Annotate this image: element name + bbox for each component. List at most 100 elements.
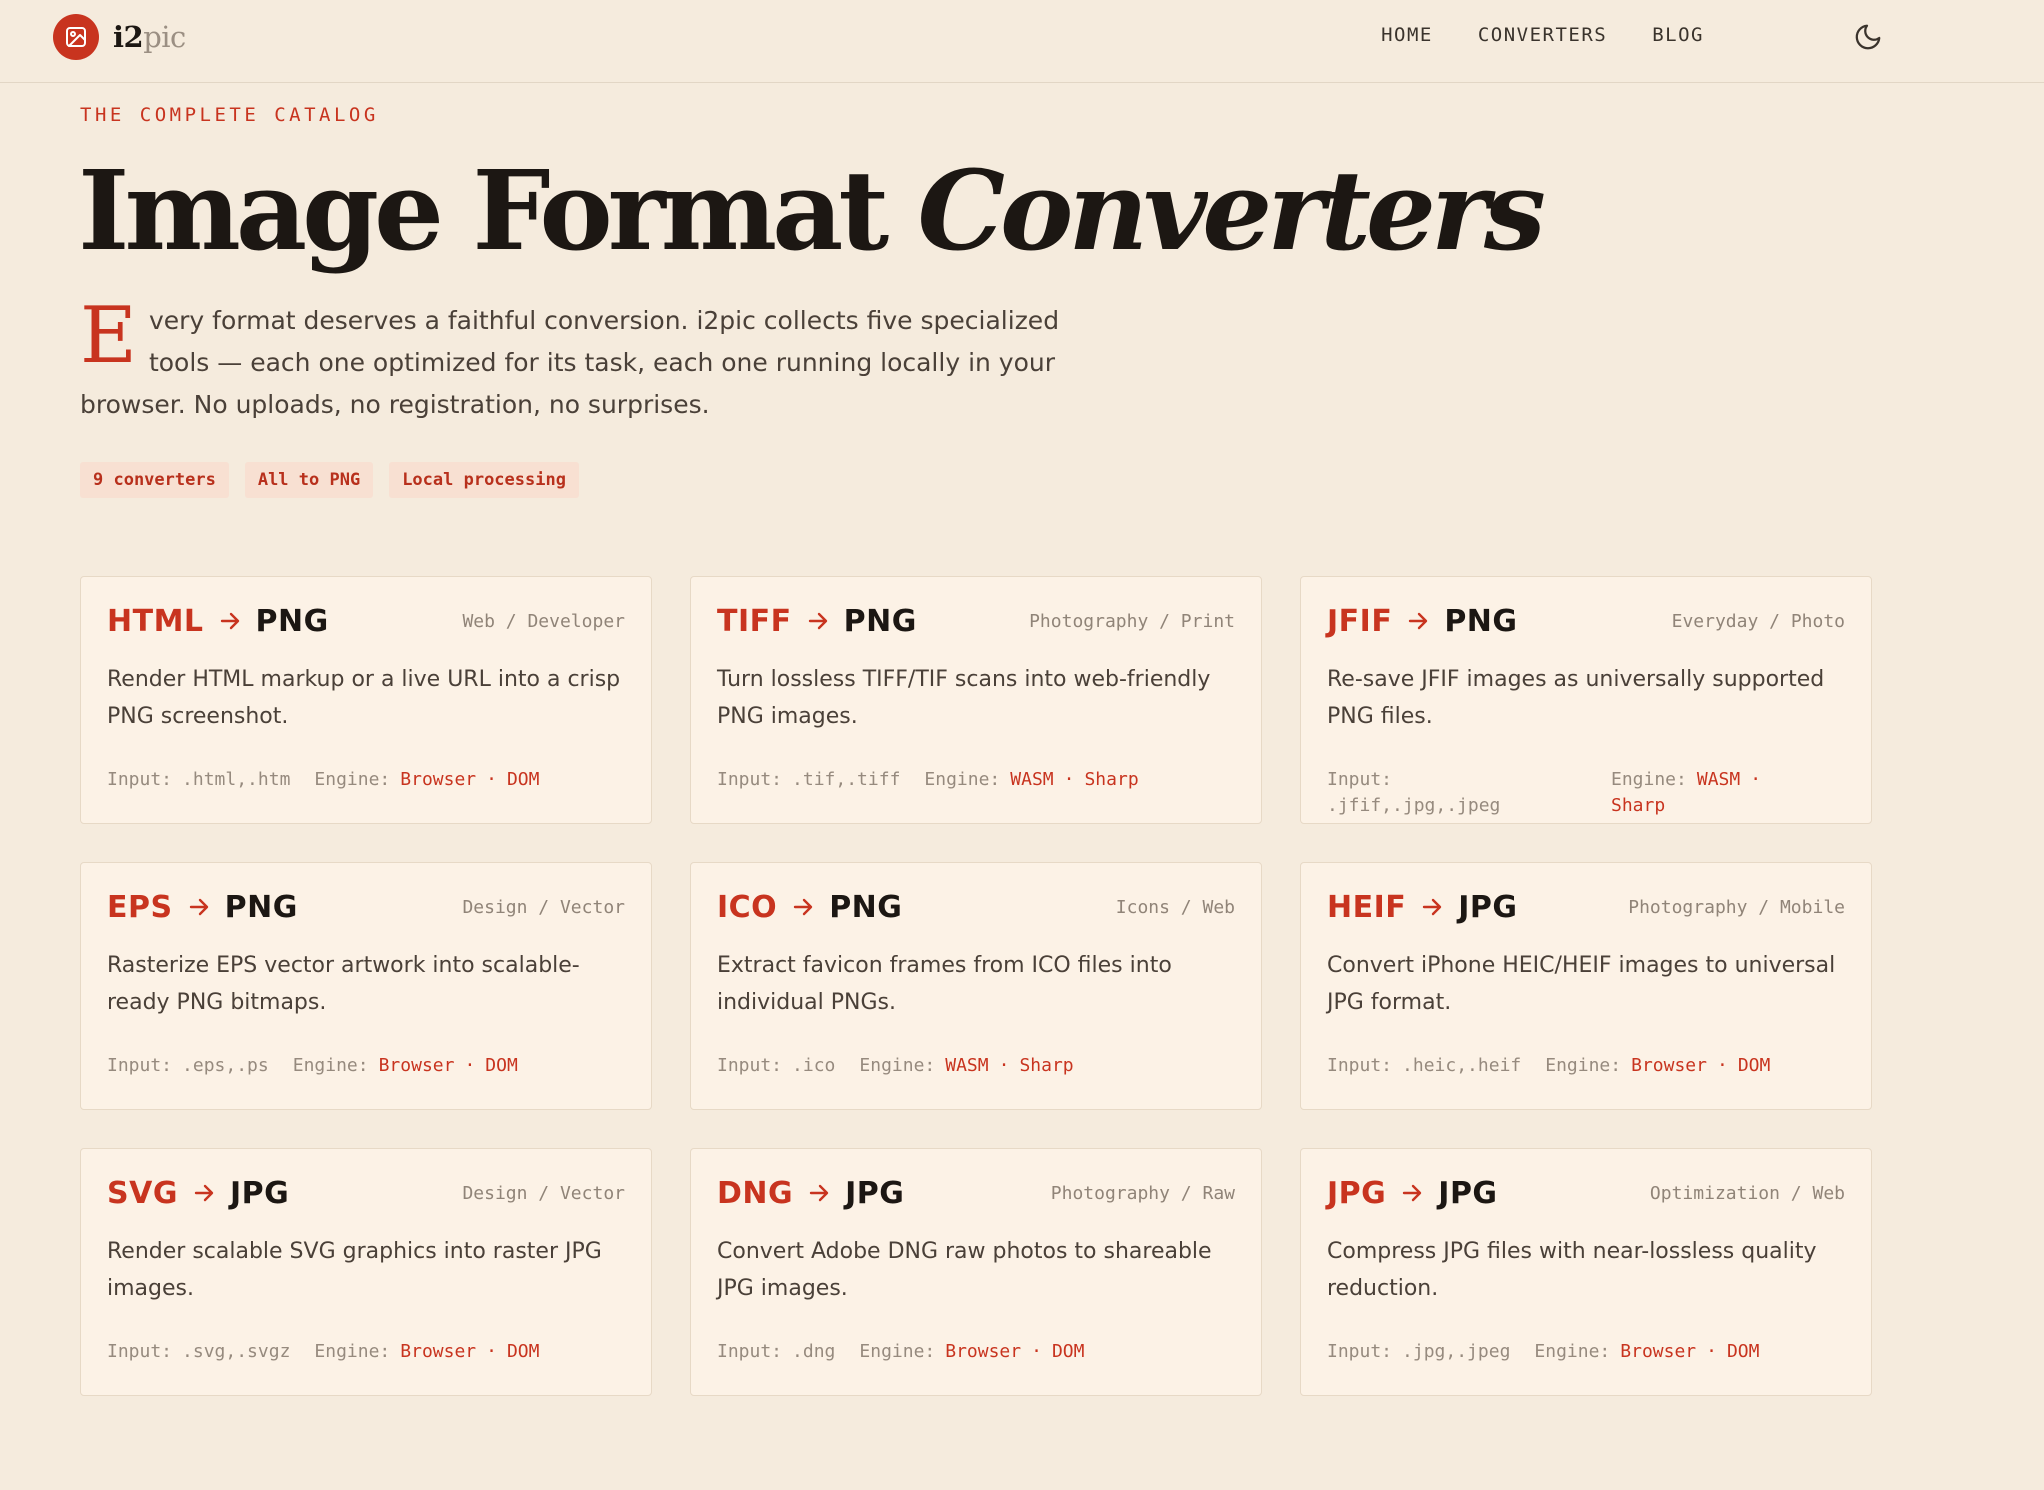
engine-info: Engine: Browser · DOM — [1545, 1053, 1770, 1079]
intro-paragraph: Every format deserves a faithful convers… — [80, 297, 1120, 426]
tag-local-processing: Local processing — [389, 462, 579, 498]
source-format: JFIF — [1327, 603, 1393, 639]
brand-logo[interactable]: i2pic — [53, 14, 186, 60]
engine-secondary: DOM — [506, 1341, 540, 1362]
target-format: JPG — [845, 1175, 905, 1211]
nav-blog-link[interactable]: BLOG — [1652, 24, 1704, 46]
card-meta: Input: .heic,.heif Engine: Browser · DOM — [1327, 1053, 1851, 1079]
card-meta: Input: .ico Engine: WASM · Sharp — [717, 1053, 1241, 1079]
card-category: Web / Developer — [462, 610, 625, 632]
card-category: Photography / Print — [1029, 610, 1235, 632]
source-format: TIFF — [717, 603, 792, 639]
brand-name: i2pic — [113, 20, 186, 54]
converter-card[interactable]: HEIF JPG Photography / Mobile Convert iP… — [1300, 862, 1872, 1110]
engine-separator: · — [998, 1055, 1010, 1076]
engine-info: Engine: WASM · Sharp — [859, 1053, 1073, 1079]
converter-card[interactable]: SVG JPG Design / Vector Render scalable … — [80, 1148, 652, 1396]
tag-list: 9 converters All to PNG Local processing — [80, 462, 579, 498]
source-format: ICO — [717, 889, 778, 925]
engine-label: Engine: — [292, 1055, 369, 1076]
engine-info: Engine: Browser · DOM — [314, 767, 539, 793]
target-format: JPG — [1458, 889, 1518, 925]
engine-primary: Browser — [378, 1055, 455, 1076]
target-format: PNG — [843, 603, 917, 639]
source-format: HTML — [107, 603, 204, 639]
tag-all-to-png: All to PNG — [244, 462, 374, 498]
image-icon — [53, 14, 99, 60]
engine-label: Engine: — [314, 1341, 391, 1362]
engine-separator: · — [1750, 769, 1762, 790]
engine-info: Engine: Browser · DOM — [859, 1339, 1084, 1365]
input-extensions: .jpg,.jpeg — [1402, 1341, 1511, 1362]
converter-card[interactable]: ICO PNG Icons / Web Extract favicon fram… — [690, 862, 1262, 1110]
arrow-right-icon — [218, 609, 242, 633]
nav-links: HOME CONVERTERS BLOG — [1381, 24, 1704, 46]
card-description: Extract favicon frames from ICO files in… — [717, 953, 1172, 1015]
card-description: Compress JPG files with near-lossless qu… — [1327, 1239, 1817, 1301]
converter-card[interactable]: EPS PNG Design / Vector Rasterize EPS ve… — [80, 862, 652, 1110]
engine-info: Engine: Browser · DOM — [293, 1053, 518, 1079]
engine-separator: · — [1706, 1341, 1717, 1362]
card-category: Icons / Web — [1115, 896, 1235, 918]
converter-card[interactable]: JPG JPG Optimization / Web Compress JPG … — [1300, 1148, 1872, 1396]
engine-label: Engine: — [1545, 1055, 1622, 1076]
input-label: Input: — [717, 1341, 783, 1362]
card-meta: Input: .jfif,.jpg,.jpeg Engine: WASM · Sharp — [1327, 767, 1851, 819]
eyebrow: THE COMPLETE CATALOG — [80, 104, 379, 126]
card-description: Render scalable SVG graphics into raster… — [107, 1239, 602, 1301]
card-meta: Input: .svg,.svgz Engine: Browser · DOM — [107, 1339, 631, 1365]
engine-label: Engine: — [314, 769, 391, 790]
engine-secondary: DOM — [506, 769, 540, 790]
engine-secondary: DOM — [1737, 1055, 1771, 1076]
arrow-right-icon — [1400, 1181, 1424, 1205]
target-format: JPG — [1438, 1175, 1498, 1211]
input-info: Input: .ico — [717, 1053, 835, 1079]
input-extensions: .heic,.heif — [1402, 1055, 1522, 1076]
moon-icon[interactable] — [1853, 22, 1883, 52]
arrow-right-icon — [806, 609, 830, 633]
engine-primary: WASM — [1010, 769, 1054, 790]
converter-card[interactable]: HTML PNG Web / Developer Render HTML mar… — [80, 576, 652, 824]
engine-secondary: DOM — [485, 1055, 518, 1076]
engine-label: Engine: — [859, 1341, 936, 1362]
engine-secondary: Sharp — [1019, 1055, 1074, 1076]
source-format: DNG — [717, 1175, 794, 1211]
arrow-right-icon — [807, 1181, 831, 1205]
nav-converters-link[interactable]: CONVERTERS — [1478, 24, 1607, 46]
input-label: Input: — [1327, 769, 1393, 790]
engine-primary: Browser — [945, 1341, 1022, 1362]
engine-label: Engine: — [1534, 1341, 1611, 1362]
target-format: PNG — [829, 889, 903, 925]
arrow-right-icon — [791, 895, 815, 919]
card-category: Everyday / Photo — [1671, 610, 1845, 632]
card-category: Photography / Mobile — [1628, 896, 1845, 918]
arrow-right-icon — [1420, 895, 1444, 919]
input-extensions: .html,.htm — [182, 769, 291, 790]
engine-info: Engine: WASM · Sharp — [1611, 767, 1811, 819]
card-description: Rasterize EPS vector artwork into scalab… — [107, 953, 580, 1015]
converter-card[interactable]: DNG JPG Photography / Raw Convert Adobe … — [690, 1148, 1262, 1396]
top-nav: i2pic HOME CONVERTERS BLOG — [0, 0, 2044, 83]
source-format: EPS — [107, 889, 173, 925]
converter-card[interactable]: JFIF PNG Everyday / Photo Re-save JFIF i… — [1300, 576, 1872, 824]
card-header: ICO PNG Icons / Web — [717, 887, 1235, 927]
engine-primary: Browser — [400, 1341, 477, 1362]
input-info: Input: .eps,.ps — [107, 1053, 269, 1079]
engine-secondary: Sharp — [1084, 769, 1139, 790]
intro-text: very format deserves a faithful conversi… — [80, 306, 1060, 419]
input-label: Input: — [107, 769, 173, 790]
converter-card[interactable]: TIFF PNG Photography / Print Turn lossle… — [690, 576, 1262, 824]
input-extensions: .jfif,.jpg,.jpeg — [1327, 795, 1501, 816]
nav-home-link[interactable]: HOME — [1381, 24, 1433, 46]
target-format: JPG — [229, 1175, 290, 1211]
engine-primary: Browser — [1631, 1055, 1707, 1076]
page-title-main: Image Format — [78, 146, 918, 275]
engine-separator: · — [464, 1055, 476, 1076]
card-category: Design / Vector — [462, 896, 625, 918]
input-label: Input: — [107, 1341, 173, 1362]
target-format: PNG — [255, 603, 329, 639]
card-description: Re-save JFIF images as universally suppo… — [1327, 667, 1825, 729]
input-info: Input: .heic,.heif — [1327, 1053, 1521, 1079]
card-header: JPG JPG Optimization / Web — [1327, 1173, 1845, 1213]
card-header: JFIF PNG Everyday / Photo — [1327, 601, 1845, 641]
